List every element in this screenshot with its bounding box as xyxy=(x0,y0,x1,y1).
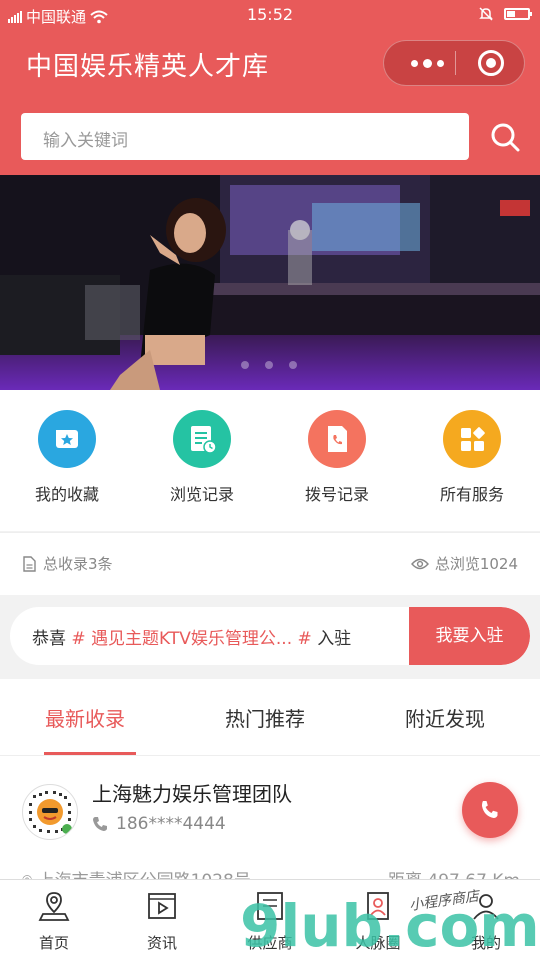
eye-icon xyxy=(410,558,429,569)
total-records: 总收录3条 xyxy=(43,555,113,573)
carousel-dot[interactable] xyxy=(241,361,249,369)
quick-label: 所有服务 xyxy=(439,485,504,504)
star-folder-icon xyxy=(38,410,96,468)
ticker-company: 遇见主题KTV娱乐管理公... xyxy=(91,629,293,649)
ticker-suffix: 入驻 xyxy=(317,629,352,649)
nav-label: 资讯 xyxy=(146,934,177,952)
ticker-hash: # xyxy=(71,629,86,649)
supplier-icon xyxy=(257,892,283,920)
nav-label: 供应商 xyxy=(247,934,293,952)
quick-label: 浏览记录 xyxy=(169,485,234,504)
quick-label: 拨号记录 xyxy=(304,485,369,504)
ticker-text: 恭喜 # 遇见主题KTV娱乐管理公... # 入驻 xyxy=(32,624,351,649)
nav-label: 人脉圈 xyxy=(355,934,401,952)
quick-actions: 我的收藏 浏览记录 拨号记录 所有服务 xyxy=(0,390,540,531)
banner-carousel[interactable] xyxy=(0,175,540,390)
tab-nearby[interactable]: 附近发现 xyxy=(405,703,485,732)
battery-icon xyxy=(504,8,532,20)
tab-active-indicator xyxy=(44,752,136,755)
phone-icon xyxy=(482,801,498,818)
nav-label: 我的 xyxy=(470,934,501,952)
document-icon xyxy=(23,555,36,572)
app-title: 中国娱乐精英人才库 xyxy=(26,52,270,82)
user-icon xyxy=(473,894,499,920)
company-name: 上海魅力娱乐管理团队 xyxy=(92,782,292,806)
quick-label: 我的收藏 xyxy=(34,485,99,504)
grid-apps-icon xyxy=(443,410,501,468)
nav-news[interactable]: 资讯 xyxy=(122,890,202,953)
quick-dial-records[interactable]: 拨号记录 xyxy=(287,410,387,505)
contacts-icon xyxy=(367,892,389,920)
quick-all-services[interactable]: 所有服务 xyxy=(422,410,522,505)
nav-network[interactable]: 人脉圈 xyxy=(338,890,418,953)
ticker-prefix: 恭喜 xyxy=(32,629,66,649)
mute-bell-icon xyxy=(479,7,493,21)
nav-home[interactable]: 首页 xyxy=(14,890,94,953)
tab-hot[interactable]: 热门推荐 xyxy=(225,703,305,732)
stats-bar: 总收录3条 总浏览1024 xyxy=(0,532,540,595)
search-icon[interactable] xyxy=(486,118,526,158)
announcement-ticker[interactable]: 恭喜 # 遇见主题KTV娱乐管理公... # 入驻 我要入驻 xyxy=(10,607,530,665)
carousel-dot[interactable] xyxy=(289,361,297,369)
nav-mine[interactable]: 我的 xyxy=(446,890,526,953)
history-doc-icon xyxy=(173,410,231,468)
search-placeholder: 输入关键词 xyxy=(43,131,128,151)
clock: 15:52 xyxy=(246,5,294,24)
location-home-icon xyxy=(38,892,70,921)
mini-program-capsule xyxy=(383,40,525,86)
bottom-nav: 首页 资讯 供应商 人脉圈 我的 xyxy=(0,879,540,961)
banner-image xyxy=(0,175,540,390)
list-item[interactable]: 上海魅力娱乐管理团队 186****4444 ⌾ 上海市青浦区公园路1028号 … xyxy=(0,756,540,891)
phone-doc-icon xyxy=(308,410,366,468)
capsule-divider xyxy=(455,51,456,75)
carousel-dot[interactable] xyxy=(265,361,273,369)
nav-suppliers[interactable]: 供应商 xyxy=(230,890,310,953)
nav-label: 首页 xyxy=(38,934,69,952)
qr-code-avatar xyxy=(22,784,78,840)
join-button[interactable]: 我要入驻 xyxy=(409,607,530,665)
status-bar: 中国联通 15:52 xyxy=(0,0,540,30)
search-input[interactable]: 输入关键词 xyxy=(21,113,469,160)
phone-number: 186****4444 xyxy=(116,814,226,834)
ticker-hash: # xyxy=(297,629,312,649)
video-news-icon xyxy=(148,893,176,919)
quick-favorites[interactable]: 我的收藏 xyxy=(17,410,117,505)
quick-history[interactable]: 浏览记录 xyxy=(152,410,252,505)
total-views: 总浏览1024 xyxy=(434,555,518,573)
phone-row: 186****4444 xyxy=(92,814,226,834)
tab-latest[interactable]: 最新收录 xyxy=(45,703,125,732)
tab-bar: 最新收录 热门推荐 附近发现 xyxy=(0,679,540,756)
call-button[interactable] xyxy=(462,782,518,838)
close-target-icon[interactable] xyxy=(478,50,504,76)
phone-icon xyxy=(93,817,107,831)
more-icon[interactable] xyxy=(402,41,452,85)
